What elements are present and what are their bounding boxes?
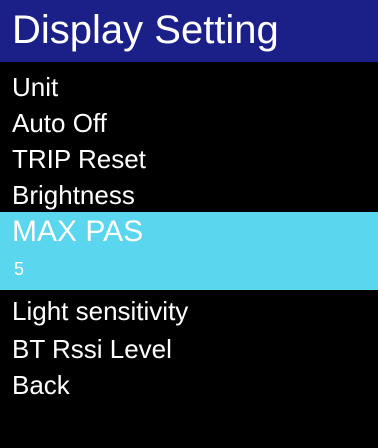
- menu-item-label: Unit: [12, 72, 59, 102]
- menu-item-label: TRIP Reset: [12, 144, 146, 174]
- menu-item-trip-reset[interactable]: TRIP Reset: [0, 142, 378, 176]
- menu-item-label: Back: [12, 370, 70, 400]
- display-screen: Display Setting Unit Auto Off TRIP Reset…: [0, 0, 378, 448]
- menu-item-bt-rssi-level[interactable]: BT Rssi Level: [0, 332, 378, 366]
- menu-item-value: 5: [14, 259, 25, 279]
- menu-item-label: BT Rssi Level: [12, 334, 172, 364]
- menu-item-unit[interactable]: Unit: [0, 70, 378, 104]
- menu-item-label: MAX PAS: [12, 215, 144, 248]
- menu-item-light-sensitivity[interactable]: Light sensitivity: [0, 294, 378, 328]
- menu-item-label: Brightness: [12, 180, 135, 210]
- menu-item-back[interactable]: Back: [0, 368, 378, 402]
- header-bar: Display Setting: [0, 0, 378, 62]
- menu-item-label: Auto Off: [12, 108, 107, 138]
- menu-item-brightness[interactable]: Brightness: [0, 178, 378, 212]
- menu-item-label: Light sensitivity: [12, 296, 189, 326]
- menu-item-max-pas[interactable]: MAX PAS 5: [0, 212, 378, 290]
- page-title: Display Setting: [12, 8, 279, 52]
- menu-item-auto-off[interactable]: Auto Off: [0, 106, 378, 140]
